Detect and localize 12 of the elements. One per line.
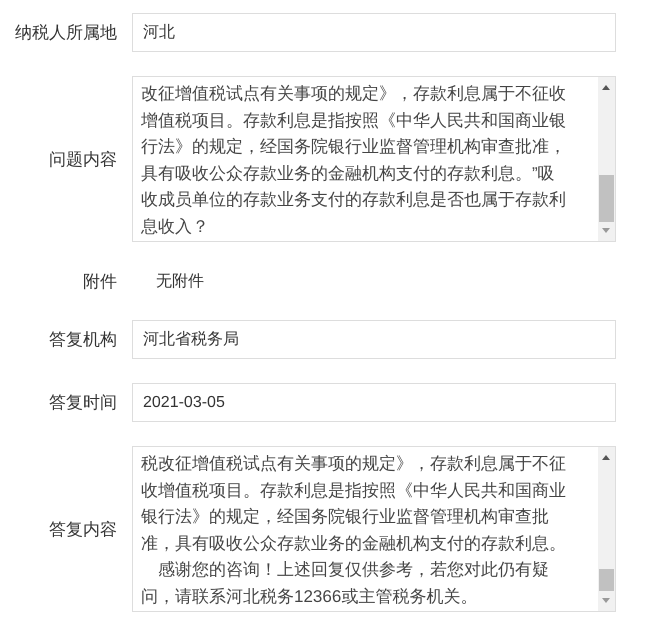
input-field[interactable]: 河北省税务局 [132, 320, 616, 359]
scrollbar[interactable] [598, 447, 615, 611]
field-label: 答复内容 [48, 518, 117, 540]
input-field[interactable]: 2021-03-05 [132, 383, 616, 422]
field-value: 无附件 [155, 272, 205, 292]
field-label: 答复机构 [48, 329, 117, 351]
scrollbar[interactable] [598, 77, 615, 241]
field-label: 答复时间 [48, 392, 117, 414]
field-label: 附件 [82, 270, 117, 292]
input-field[interactable]: 河北 [132, 13, 616, 52]
field-label: 纳税人所属地 [14, 22, 117, 44]
field-label: 问题内容 [48, 148, 117, 170]
